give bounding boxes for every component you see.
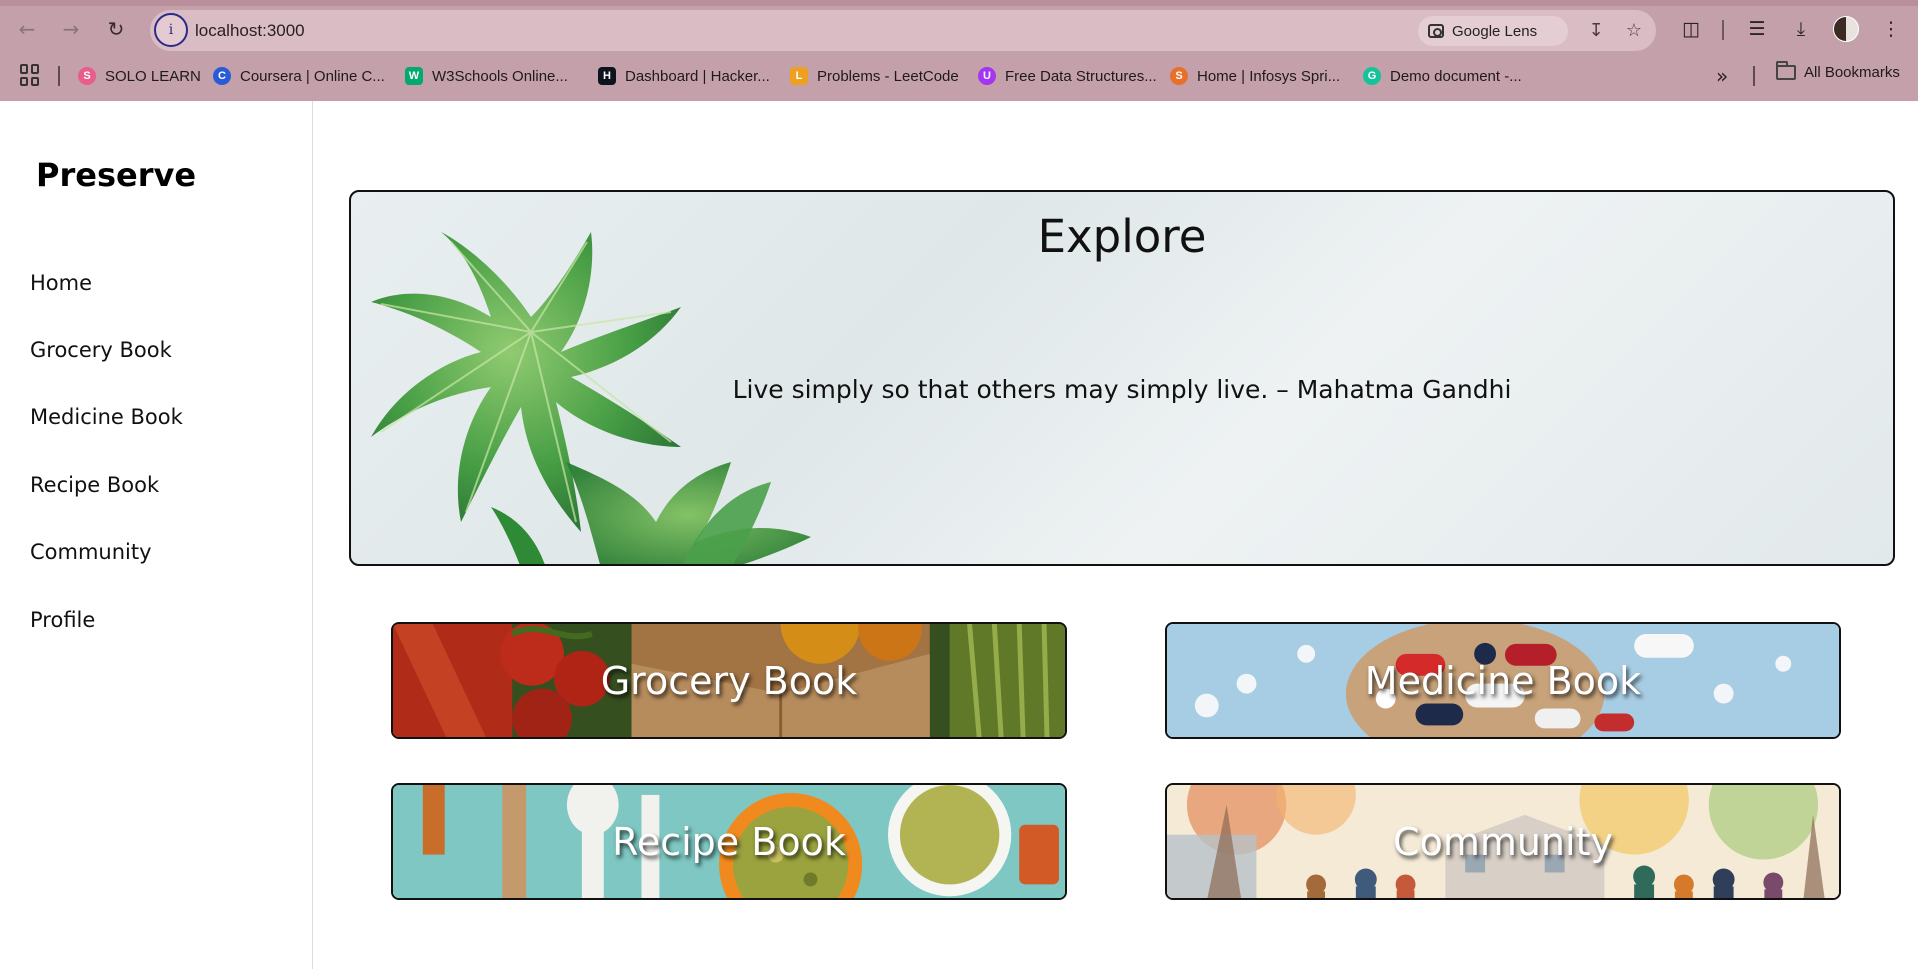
bookmarks-divider (58, 66, 60, 86)
bookmark-sololearn[interactable]: S SOLO LEARN (78, 64, 201, 88)
w3schools-icon: W (405, 67, 423, 85)
infosys-icon: S (1170, 67, 1188, 85)
sidebar-item-grocery-book[interactable]: Grocery Book (30, 338, 172, 362)
main-content: Explore Live simply so that others may s… (313, 101, 1918, 969)
community-card[interactable]: Community (1165, 783, 1841, 900)
install-app-icon[interactable]: ↧ (1584, 18, 1608, 42)
google-lens-button[interactable]: Google Lens (1418, 16, 1568, 46)
sidebar-item-home[interactable]: Home (30, 271, 92, 295)
bookmark-label: SOLO LEARN (105, 67, 201, 85)
bookmark-grammarly[interactable]: G Demo document -... (1363, 64, 1522, 88)
forward-arrow-icon[interactable]: → (56, 14, 86, 44)
sidebar-item-profile[interactable]: Profile (30, 608, 95, 632)
browser-chrome: ← → ↻ i localhost:3000 Google Lens ↧ ☆ ◫… (0, 0, 1918, 101)
google-lens-label: Google Lens (1452, 22, 1538, 40)
url-text[interactable]: localhost:3000 (195, 21, 305, 41)
medicine-book-card[interactable]: Medicine Book (1165, 622, 1841, 739)
sololearn-icon: S (78, 67, 96, 85)
recipe-book-card-label: Recipe Book (612, 819, 846, 864)
bookmark-coursera[interactable]: C Coursera | Online C... (213, 64, 385, 88)
sidebar-item-community[interactable]: Community (30, 540, 152, 564)
udemy-icon: U (978, 67, 996, 85)
community-card-label: Community (1393, 819, 1613, 864)
explore-quote: Live simply so that others may simply li… (732, 375, 1512, 404)
extensions-icon[interactable]: ◫ (1676, 14, 1706, 44)
profile-avatar[interactable] (1833, 16, 1859, 42)
hackerrank-icon: H (598, 67, 616, 85)
kebab-menu-icon[interactable]: ⋮ (1876, 14, 1906, 44)
bookmark-infosys[interactable]: S Home | Infosys Spri... (1170, 64, 1340, 88)
sidebar: Preserve Home Grocery Book Medicine Book… (0, 101, 313, 969)
downloads-icon[interactable]: ⤓ (1786, 14, 1816, 44)
bookmark-hackerrank[interactable]: H Dashboard | Hacker... (598, 64, 770, 88)
bookmark-star-icon[interactable]: ☆ (1622, 18, 1646, 42)
bookmark-label: W3Schools Online... (432, 67, 568, 85)
bookmark-udemy[interactable]: U Free Data Structures... (978, 64, 1157, 88)
bookmark-leetcode[interactable]: L Problems - LeetCode (790, 64, 959, 88)
reload-icon[interactable]: ↻ (101, 14, 131, 44)
explore-title: Explore (1037, 210, 1207, 263)
site-info-icon[interactable]: i (154, 13, 188, 47)
sidebar-item-medicine-book[interactable]: Medicine Book (30, 405, 183, 429)
explore-banner: Explore Live simply so that others may s… (349, 190, 1895, 566)
media-controls-icon[interactable]: ☰ (1742, 14, 1772, 44)
recipe-book-card[interactable]: Recipe Book (391, 783, 1067, 900)
bookmarks-bar: S SOLO LEARN C Coursera | Online C... W … (0, 60, 1918, 92)
folder-icon (1776, 61, 1796, 80)
more-bookmarks-icon[interactable]: » (1716, 64, 1728, 88)
lens-icon (1428, 24, 1444, 38)
toolbar-divider (1722, 20, 1724, 40)
medicine-book-card-label: Medicine Book (1364, 658, 1642, 703)
tab-strip-edge (0, 0, 1918, 6)
brand-logo[interactable]: Preserve (36, 156, 196, 194)
coursera-icon: C (213, 67, 231, 85)
all-bookmarks-label: All Bookmarks (1804, 64, 1900, 81)
bookmark-label: Dashboard | Hacker... (625, 67, 770, 85)
address-bar[interactable]: i localhost:3000 Google Lens ↧ ☆ (150, 10, 1656, 51)
apps-grid-icon[interactable] (20, 64, 42, 86)
bookmark-label: Free Data Structures... (1005, 67, 1157, 85)
grocery-book-card[interactable]: Grocery Book (391, 622, 1067, 739)
leetcode-icon: L (790, 67, 808, 85)
grammarly-icon: G (1363, 67, 1381, 85)
bookmark-label: Problems - LeetCode (817, 67, 959, 85)
bookmark-label: Coursera | Online C... (240, 67, 385, 85)
bookmark-w3schools[interactable]: W W3Schools Online... (405, 64, 568, 88)
bookmark-label: Demo document -... (1390, 67, 1522, 85)
sidebar-item-recipe-book[interactable]: Recipe Book (30, 473, 159, 497)
grocery-book-card-label: Grocery Book (600, 658, 858, 703)
back-arrow-icon[interactable]: ← (12, 14, 42, 44)
bookmark-label: Home | Infosys Spri... (1197, 67, 1341, 85)
bookmarks-divider (1753, 66, 1755, 86)
all-bookmarks-button[interactable]: All Bookmarks (1776, 61, 1900, 81)
